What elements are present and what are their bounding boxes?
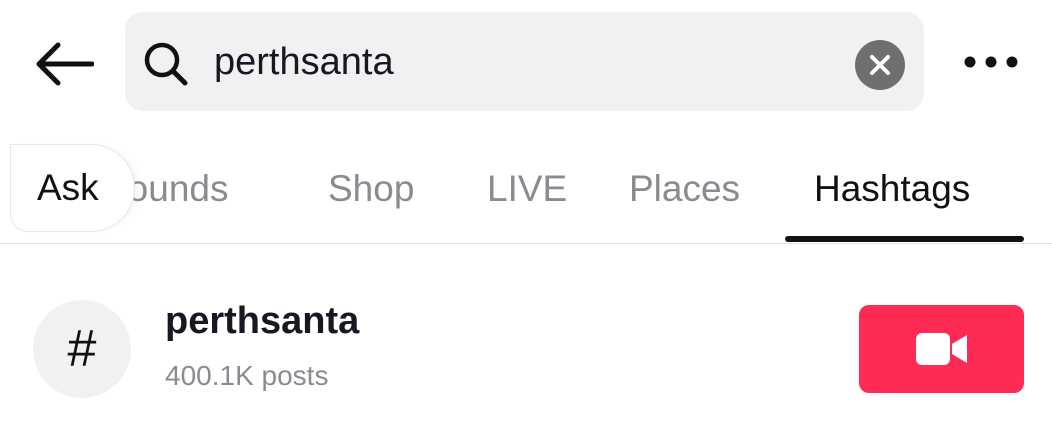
- search-tabs: Sounds Shop LIVE Places Hashtags Ask: [0, 140, 1052, 244]
- tab-shop[interactable]: Shop: [328, 140, 414, 240]
- more-options-button[interactable]: [955, 44, 1027, 80]
- hashtag-post-count: 400.1K posts: [165, 360, 329, 391]
- arrow-left-icon: [36, 42, 94, 86]
- tab-sounds-clip: Sounds: [118, 140, 298, 240]
- tab-hashtags[interactable]: Hashtags: [814, 140, 970, 240]
- search-input[interactable]: [214, 34, 834, 90]
- more-horizontal-icon: [964, 56, 1018, 68]
- video-camera-icon: [915, 333, 967, 365]
- search-bar[interactable]: [125, 12, 924, 111]
- tab-live[interactable]: LIVE: [487, 140, 567, 240]
- hashtag-icon: #: [33, 300, 131, 398]
- ask-label: Ask: [37, 167, 99, 208]
- back-button[interactable]: [28, 34, 100, 94]
- record-video-button[interactable]: [859, 305, 1024, 393]
- active-tab-indicator: [785, 236, 1024, 242]
- search-icon: [144, 42, 188, 86]
- hashtag-symbol: #: [67, 320, 97, 378]
- ask-button[interactable]: Ask: [10, 144, 135, 232]
- close-icon: [870, 55, 890, 75]
- hashtag-result-row[interactable]: # perthsanta 400.1K posts: [0, 290, 1052, 410]
- clear-search-button[interactable]: [855, 40, 905, 90]
- hashtag-title[interactable]: perthsanta: [165, 300, 359, 343]
- tab-places[interactable]: Places: [629, 140, 740, 240]
